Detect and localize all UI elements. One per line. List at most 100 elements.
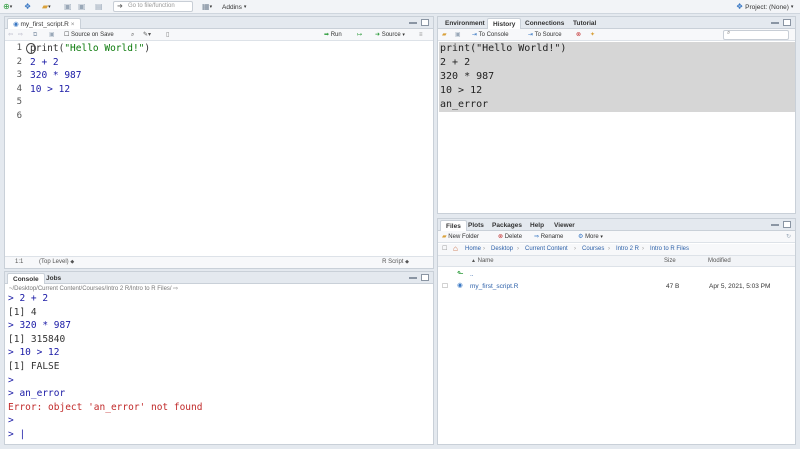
- history-entry[interactable]: 10 > 12: [439, 84, 795, 98]
- source-on-save-checkbox[interactable]: ☐ Source on Save: [64, 30, 114, 40]
- tab-environment[interactable]: Environment: [440, 18, 490, 29]
- new-folder-label: New Folder: [448, 234, 479, 240]
- tab-viewer[interactable]: Viewer: [549, 220, 580, 231]
- file-size: 47 B: [666, 283, 680, 290]
- console-input-line: >: [8, 374, 14, 386]
- console-prompt[interactable]: > |: [8, 428, 202, 442]
- console-output-line: [1] FALSE: [8, 360, 60, 372]
- tab-packages[interactable]: Packages: [487, 220, 527, 231]
- minimize-icon[interactable]: [771, 224, 779, 228]
- code-line[interactable]: print("Hello World!"): [30, 42, 150, 56]
- open-file-button[interactable]: ▰ ▾: [42, 1, 51, 13]
- tab-plots[interactable]: Plots: [463, 220, 489, 231]
- show-in-window-icon[interactable]: ⧉: [33, 30, 37, 40]
- to-source-button[interactable]: ⇥ To Source: [528, 30, 562, 40]
- save-all-button[interactable]: ▣: [78, 1, 86, 13]
- console-output-line: [1] 4: [8, 306, 37, 318]
- editor-tab[interactable]: ◉ my_first_script.R ×: [7, 18, 81, 29]
- maximize-icon[interactable]: [783, 221, 791, 228]
- save-button[interactable]: ▣: [64, 1, 72, 13]
- main-toolbar: ⊕ ▾ ❖ ▰ ▾ ▣ ▣ ▤ ➜ Go to file/function ▦ ▾ A…: [0, 0, 800, 14]
- tab-console[interactable]: Console: [7, 273, 45, 284]
- tab-jobs[interactable]: Jobs: [41, 273, 66, 284]
- filetype-label: R Script: [382, 259, 404, 265]
- home-icon[interactable]: ⌂: [453, 244, 458, 253]
- maximize-icon[interactable]: [421, 274, 429, 281]
- name-column-header[interactable]: ▲ Name: [471, 258, 494, 264]
- breadcrumb-current-content[interactable]: Current Content: [525, 246, 568, 252]
- back-icon[interactable]: ⇦: [8, 30, 13, 40]
- scope-selector[interactable]: (Top Level) ◆: [39, 259, 74, 265]
- history-list[interactable]: print("Hello World!") 2 + 2 320 * 987 10…: [439, 42, 795, 112]
- file-row[interactable]: ☐ ◉ my_first_script.R 47 B Apr 5, 2021, …: [438, 278, 795, 296]
- source-button[interactable]: ➜ Source ▾: [375, 30, 405, 40]
- more-menu[interactable]: ⚙ More ▾: [578, 232, 603, 242]
- code-line[interactable]: [30, 110, 150, 124]
- tab-connections[interactable]: Connections: [520, 18, 569, 29]
- select-all-checkbox[interactable]: ☐: [442, 245, 447, 252]
- r-file-icon: ◉: [13, 21, 19, 28]
- minimize-icon[interactable]: [409, 22, 417, 26]
- run-button[interactable]: ➡ Run: [324, 30, 342, 40]
- refresh-files-icon[interactable]: ↻: [786, 232, 791, 242]
- console-output[interactable]: > 2 + 2 [1] 4 > 320 * 987 [1] 315840 > 1…: [8, 292, 202, 442]
- code-line[interactable]: 10 > 12: [30, 83, 150, 97]
- modified-column-header[interactable]: Modified: [708, 258, 731, 264]
- rerun-icon[interactable]: ↦: [357, 30, 362, 40]
- to-console-button[interactable]: ⇥ To Console: [472, 30, 509, 40]
- editor-save-icon[interactable]: ▣: [49, 30, 55, 40]
- code-line[interactable]: [30, 96, 150, 110]
- new-folder-button[interactable]: ▰ New Folder: [442, 232, 479, 242]
- new-project-button[interactable]: ❖: [24, 1, 31, 13]
- rename-button[interactable]: ⇒ Rename: [534, 232, 563, 242]
- filetype-selector[interactable]: R Script ◆: [382, 259, 409, 265]
- size-column-header[interactable]: Size: [664, 258, 676, 264]
- load-history-icon[interactable]: ▰: [442, 30, 447, 40]
- breadcrumb-courses[interactable]: Courses: [582, 246, 604, 252]
- find-icon[interactable]: ⌕: [131, 30, 134, 40]
- code-line[interactable]: 320 * 987: [30, 69, 150, 83]
- breadcrumb-home[interactable]: Home: [465, 246, 481, 252]
- grid-layout-button[interactable]: ▦ ▾: [202, 1, 212, 13]
- new-file-button[interactable]: ⊕ ▾: [3, 1, 12, 13]
- cursor-position: 1:1: [15, 259, 24, 265]
- console-input-line: > an_error: [8, 388, 66, 400]
- save-history-icon[interactable]: ▣: [455, 30, 461, 40]
- parent-dir-link[interactable]: ..: [470, 271, 474, 278]
- maximize-icon[interactable]: [783, 19, 791, 26]
- clear-history-icon[interactable]: ✦: [590, 30, 595, 40]
- compile-report-icon[interactable]: ▯: [166, 30, 169, 40]
- addins-menu[interactable]: Addins ▾: [222, 1, 246, 13]
- minimize-icon[interactable]: [771, 22, 779, 26]
- code-tools-icon[interactable]: ✎▾: [143, 30, 151, 40]
- code-line[interactable]: 2 + 2: [30, 56, 150, 70]
- history-toolbar: ▰ ▣ ⇥ To Console ⇥ To Source ⊗ ✦ ⌕: [438, 29, 795, 41]
- close-tab-icon[interactable]: ×: [71, 21, 75, 28]
- maximize-icon[interactable]: [421, 19, 429, 26]
- file-checkbox[interactable]: ☐: [442, 282, 448, 290]
- outline-icon[interactable]: ≡: [419, 30, 423, 40]
- code-editor[interactable]: print("Hello World!") 2 + 2 320 * 987 10…: [30, 42, 150, 124]
- grid-icon: ▦: [202, 2, 210, 11]
- print-button[interactable]: ▤: [95, 1, 103, 13]
- history-entry[interactable]: print("Hello World!"): [439, 42, 795, 56]
- delete-button[interactable]: ⊗ Delete: [498, 232, 522, 242]
- forward-icon[interactable]: ⇨: [18, 30, 23, 40]
- gear-icon: ⚙: [578, 234, 584, 240]
- history-entry[interactable]: an_error: [439, 98, 795, 112]
- tab-history[interactable]: History: [487, 18, 522, 29]
- breadcrumb-desktop[interactable]: Desktop: [491, 246, 513, 252]
- history-entry[interactable]: 2 + 2: [439, 56, 795, 70]
- goto-file-input[interactable]: ➜ Go to file/function: [113, 1, 193, 12]
- history-entry[interactable]: 320 * 987: [439, 70, 795, 84]
- remove-entries-icon[interactable]: ⊗: [576, 30, 581, 40]
- tab-help[interactable]: Help: [525, 220, 549, 231]
- r-file-icon: ◉: [457, 282, 463, 289]
- file-name-link[interactable]: my_first_script.R: [470, 283, 518, 290]
- tab-tutorial[interactable]: Tutorial: [568, 18, 601, 29]
- history-search-input[interactable]: ⌕: [723, 30, 789, 40]
- project-menu[interactable]: ❖ Project: (None) ▾: [736, 1, 793, 13]
- breadcrumb-intro-2-r[interactable]: Intro 2 R: [616, 246, 639, 252]
- breadcrumb-intro-to-r-files[interactable]: Intro to R Files: [650, 246, 689, 252]
- minimize-icon[interactable]: [409, 277, 417, 281]
